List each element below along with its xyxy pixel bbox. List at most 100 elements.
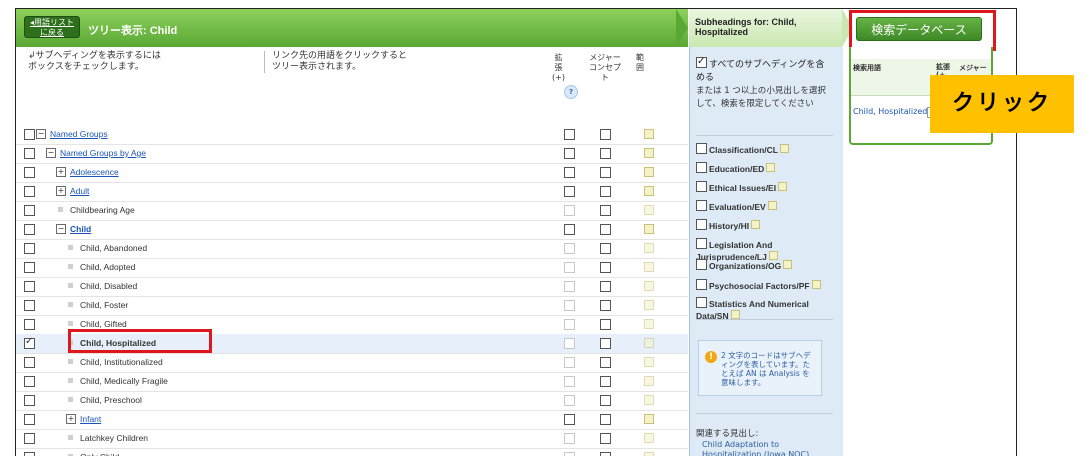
expand-checkbox[interactable] xyxy=(564,319,575,330)
subheading-checkbox[interactable] xyxy=(696,259,707,270)
subheading-checkbox[interactable] xyxy=(696,279,707,290)
expand-checkbox[interactable] xyxy=(564,300,575,311)
scope-note-icon[interactable] xyxy=(644,357,654,367)
subheading-checkbox[interactable] xyxy=(696,297,707,308)
scope-note-icon[interactable] xyxy=(644,129,654,139)
scope-note-icon[interactable] xyxy=(644,186,654,196)
expand-checkbox[interactable] xyxy=(564,452,575,456)
subheading-checkbox[interactable] xyxy=(696,200,707,211)
expand-checkbox[interactable] xyxy=(564,281,575,292)
tree-term-label[interactable]: Infant xyxy=(80,414,101,424)
scope-note-icon[interactable] xyxy=(644,338,654,348)
help-icon[interactable]: ? xyxy=(564,85,578,99)
scope-note-icon[interactable] xyxy=(751,220,761,229)
major-concept-checkbox[interactable] xyxy=(600,186,611,197)
row-select-checkbox[interactable] xyxy=(24,336,35,349)
row-select-checkbox[interactable] xyxy=(24,205,35,216)
collapse-minus-icon[interactable]: − xyxy=(46,148,56,158)
scope-note-icon[interactable] xyxy=(783,260,793,269)
subheading-item[interactable]: Education/ED xyxy=(696,162,836,175)
scope-note-icon[interactable] xyxy=(644,205,654,215)
back-to-term-list-button[interactable]: ◂用語リスト に戻る xyxy=(24,16,80,38)
expand-checkbox[interactable] xyxy=(564,262,575,273)
subheading-item[interactable]: Psychosocial Factors/PF xyxy=(696,279,836,292)
expand-checkbox[interactable] xyxy=(564,167,575,178)
major-concept-checkbox[interactable] xyxy=(600,319,611,330)
scope-note-icon[interactable] xyxy=(730,310,740,319)
scope-note-icon[interactable] xyxy=(644,376,654,386)
expand-checkbox[interactable] xyxy=(564,186,575,197)
major-concept-checkbox[interactable] xyxy=(600,224,611,235)
subheading-checkbox[interactable] xyxy=(696,238,707,249)
scope-note-icon[interactable] xyxy=(644,414,654,424)
include-all-checkbox[interactable] xyxy=(696,55,707,68)
tree-term-label[interactable]: Named Groups by Age xyxy=(60,148,146,158)
scope-note-icon[interactable] xyxy=(644,243,654,253)
subheading-item[interactable]: Ethical Issues/EI xyxy=(696,181,836,194)
scope-note-icon[interactable] xyxy=(644,224,654,234)
tree-term-label[interactable]: Child xyxy=(70,224,91,234)
expand-checkbox[interactable] xyxy=(564,433,575,444)
tree-term-label[interactable]: Named Groups xyxy=(50,129,108,139)
expand-plus-icon[interactable]: + xyxy=(56,186,66,196)
tree-term-label[interactable]: Adult xyxy=(70,186,89,196)
row-select-checkbox[interactable] xyxy=(24,452,35,456)
subheading-item[interactable]: Evaluation/EV xyxy=(696,200,836,213)
subheading-checkbox[interactable] xyxy=(696,162,707,173)
tree-term-label[interactable]: Adolescence xyxy=(70,167,119,177)
subheading-checkbox[interactable] xyxy=(696,143,707,154)
scope-note-icon[interactable] xyxy=(644,148,654,158)
scope-note-icon[interactable] xyxy=(644,300,654,310)
subheading-checkbox[interactable] xyxy=(696,219,707,230)
major-concept-checkbox[interactable] xyxy=(600,148,611,159)
expand-checkbox[interactable] xyxy=(564,205,575,216)
row-select-checkbox[interactable] xyxy=(24,300,35,311)
major-concept-checkbox[interactable] xyxy=(600,452,611,456)
row-select-checkbox[interactable] xyxy=(24,281,35,292)
related-heading-link[interactable]: Child Adaptation to Hospitalization (Iow… xyxy=(702,440,836,456)
collapse-minus-icon[interactable]: − xyxy=(36,129,46,139)
major-concept-checkbox[interactable] xyxy=(600,338,611,349)
expand-checkbox[interactable] xyxy=(564,338,575,349)
major-concept-checkbox[interactable] xyxy=(600,357,611,368)
row-select-checkbox[interactable] xyxy=(24,129,35,140)
row-select-checkbox[interactable] xyxy=(24,395,35,406)
scope-note-icon[interactable] xyxy=(766,163,776,172)
row-select-checkbox[interactable] xyxy=(24,262,35,273)
row-select-checkbox[interactable] xyxy=(24,186,35,197)
major-concept-checkbox[interactable] xyxy=(600,395,611,406)
row-select-checkbox[interactable] xyxy=(24,376,35,387)
scope-note-icon[interactable] xyxy=(644,452,654,456)
expand-checkbox[interactable] xyxy=(564,376,575,387)
scope-note-icon[interactable] xyxy=(778,182,788,191)
major-concept-checkbox[interactable] xyxy=(600,300,611,311)
major-concept-checkbox[interactable] xyxy=(600,433,611,444)
scope-note-icon[interactable] xyxy=(644,262,654,272)
collapse-minus-icon[interactable]: − xyxy=(56,224,66,234)
include-all-subheadings[interactable]: すべてのサブヘディングを含める または 1 つ以上の小見出しを選択して、検索を限… xyxy=(696,55,830,111)
subheading-item[interactable]: History/HI xyxy=(696,219,836,232)
expand-plus-icon[interactable]: + xyxy=(66,414,76,424)
expand-checkbox[interactable] xyxy=(564,414,575,425)
scope-note-icon[interactable] xyxy=(644,319,654,329)
major-concept-checkbox[interactable] xyxy=(600,167,611,178)
major-concept-checkbox[interactable] xyxy=(600,262,611,273)
expand-checkbox[interactable] xyxy=(564,243,575,254)
major-concept-checkbox[interactable] xyxy=(600,376,611,387)
scope-note-icon[interactable] xyxy=(811,280,821,289)
row-select-checkbox[interactable] xyxy=(24,167,35,178)
major-concept-checkbox[interactable] xyxy=(600,414,611,425)
subheading-item[interactable]: Classification/CL xyxy=(696,143,836,156)
row-select-checkbox[interactable] xyxy=(24,319,35,330)
scope-note-icon[interactable] xyxy=(644,167,654,177)
row-select-checkbox[interactable] xyxy=(24,414,35,425)
scope-note-icon[interactable] xyxy=(644,395,654,405)
subheading-item[interactable]: Organizations/OG xyxy=(696,259,836,272)
row-select-checkbox[interactable] xyxy=(24,433,35,444)
expand-checkbox[interactable] xyxy=(564,148,575,159)
scope-note-icon[interactable] xyxy=(644,281,654,291)
row-select-checkbox[interactable] xyxy=(24,243,35,254)
selected-search-term[interactable]: Child, Hospitalized xyxy=(853,107,927,117)
scope-note-icon[interactable] xyxy=(779,144,789,153)
row-select-checkbox[interactable] xyxy=(24,148,35,159)
